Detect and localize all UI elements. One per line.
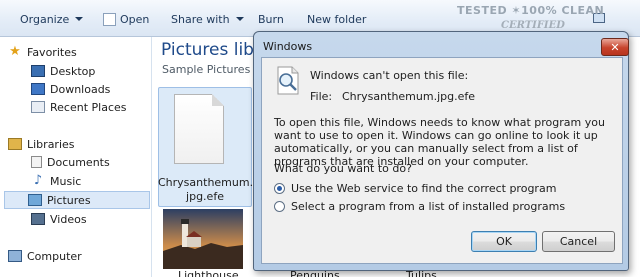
nav-computer-label: Computer bbox=[27, 249, 82, 263]
file-value: Chrysanthemum.jpg.efe bbox=[342, 90, 476, 103]
nav-recent-places[interactable]: Recent Places bbox=[31, 98, 127, 116]
desktop-icon bbox=[31, 65, 45, 77]
chevron-down-icon bbox=[75, 17, 84, 21]
unknown-file-icon bbox=[174, 94, 224, 164]
nav-favorites-label: Favorites bbox=[27, 45, 77, 59]
lighthouse-label: Lighthouse bbox=[178, 269, 239, 277]
option-web-service-label: Use the Web service to find the correct … bbox=[291, 182, 557, 195]
close-button[interactable]: ✕ bbox=[601, 38, 629, 56]
option-installed-programs-label: Select a program from a list of installe… bbox=[291, 200, 566, 213]
cancel-label: Cancel bbox=[559, 235, 598, 248]
documents-icon bbox=[31, 156, 42, 168]
radio-installed-programs[interactable] bbox=[274, 201, 285, 212]
file-label: File: bbox=[310, 90, 333, 103]
navigation-pane: ★ Favorites Desktop Downloads Recent Pla… bbox=[0, 37, 152, 277]
nav-recent-places-label: Recent Places bbox=[50, 100, 127, 114]
nav-documents-label: Documents bbox=[47, 155, 110, 169]
share-with-label: Share with bbox=[171, 12, 230, 26]
nav-downloads[interactable]: Downloads bbox=[31, 80, 110, 98]
dialog-body: Windows can't open this file: File: Chry… bbox=[261, 57, 623, 264]
open-with-dialog: Windows ✕ Windows can't open this file: … bbox=[253, 31, 629, 271]
nav-pictures[interactable]: Pictures bbox=[4, 191, 150, 209]
nav-videos-label: Videos bbox=[50, 212, 87, 226]
dialog-question: What do you want to do? bbox=[274, 162, 412, 175]
recent-places-icon bbox=[31, 101, 45, 113]
chevron-down-icon bbox=[235, 17, 244, 21]
ok-label: OK bbox=[496, 235, 512, 248]
nav-videos[interactable]: Videos bbox=[31, 210, 87, 228]
share-with-button[interactable]: Share with bbox=[171, 11, 244, 27]
nav-libraries[interactable]: Libraries bbox=[8, 135, 75, 153]
nav-documents[interactable]: Documents bbox=[31, 153, 110, 171]
radio-web-service[interactable] bbox=[274, 183, 285, 194]
cancel-button[interactable]: Cancel bbox=[542, 231, 615, 252]
new-folder-label: New folder bbox=[307, 12, 367, 26]
nav-downloads-label: Downloads bbox=[50, 82, 111, 96]
music-note-icon: ♪ bbox=[33, 173, 43, 188]
ok-button[interactable]: OK bbox=[471, 231, 537, 252]
close-icon: ✕ bbox=[610, 40, 620, 54]
open-icon bbox=[103, 12, 116, 26]
videos-icon bbox=[31, 213, 45, 225]
open-button[interactable]: Open bbox=[103, 11, 149, 27]
nav-music[interactable]: ♪ Music bbox=[31, 172, 81, 190]
file-name-line2: jpg.efe bbox=[186, 190, 224, 203]
option-installed-programs[interactable]: Select a program from a list of installe… bbox=[274, 200, 565, 213]
lighthouse-thumbnail[interactable] bbox=[163, 209, 243, 269]
option-web-service[interactable]: Use the Web service to find the correct … bbox=[274, 182, 556, 195]
new-folder-button[interactable]: New folder bbox=[307, 11, 366, 27]
favorites-star-icon: ★ bbox=[9, 44, 21, 59]
pictures-icon bbox=[28, 194, 42, 206]
organize-button[interactable]: Organize bbox=[20, 11, 84, 27]
file-name-line1: Chrysanthemum. bbox=[158, 176, 254, 189]
library-subtitle: Sample Pictures bbox=[162, 63, 251, 76]
dialog-heading: Windows can't open this file: bbox=[310, 69, 469, 82]
nav-pictures-label: Pictures bbox=[47, 193, 91, 207]
organize-label: Organize bbox=[20, 12, 70, 26]
lighthouse-image bbox=[163, 209, 243, 269]
nav-favorites[interactable]: ★ Favorites bbox=[8, 43, 77, 61]
nav-libraries-label: Libraries bbox=[27, 137, 75, 151]
libraries-icon bbox=[8, 138, 22, 150]
nav-computer[interactable]: Computer bbox=[8, 247, 82, 265]
downloads-icon bbox=[31, 83, 45, 95]
file-search-icon bbox=[277, 66, 299, 95]
open-label: Open bbox=[120, 12, 150, 26]
burn-label: Burn bbox=[258, 12, 284, 26]
computer-icon bbox=[8, 250, 22, 262]
change-view-icon[interactable] bbox=[593, 13, 605, 23]
burn-button[interactable]: Burn bbox=[258, 11, 284, 27]
dialog-title: Windows bbox=[263, 40, 313, 53]
file-name: Chrysanthemum. jpg.efe bbox=[158, 176, 254, 204]
nav-desktop[interactable]: Desktop bbox=[31, 62, 95, 80]
nav-music-label: Music bbox=[50, 174, 82, 188]
dialog-explanation: To open this file, Windows needs to know… bbox=[274, 116, 605, 168]
nav-desktop-label: Desktop bbox=[50, 64, 96, 78]
